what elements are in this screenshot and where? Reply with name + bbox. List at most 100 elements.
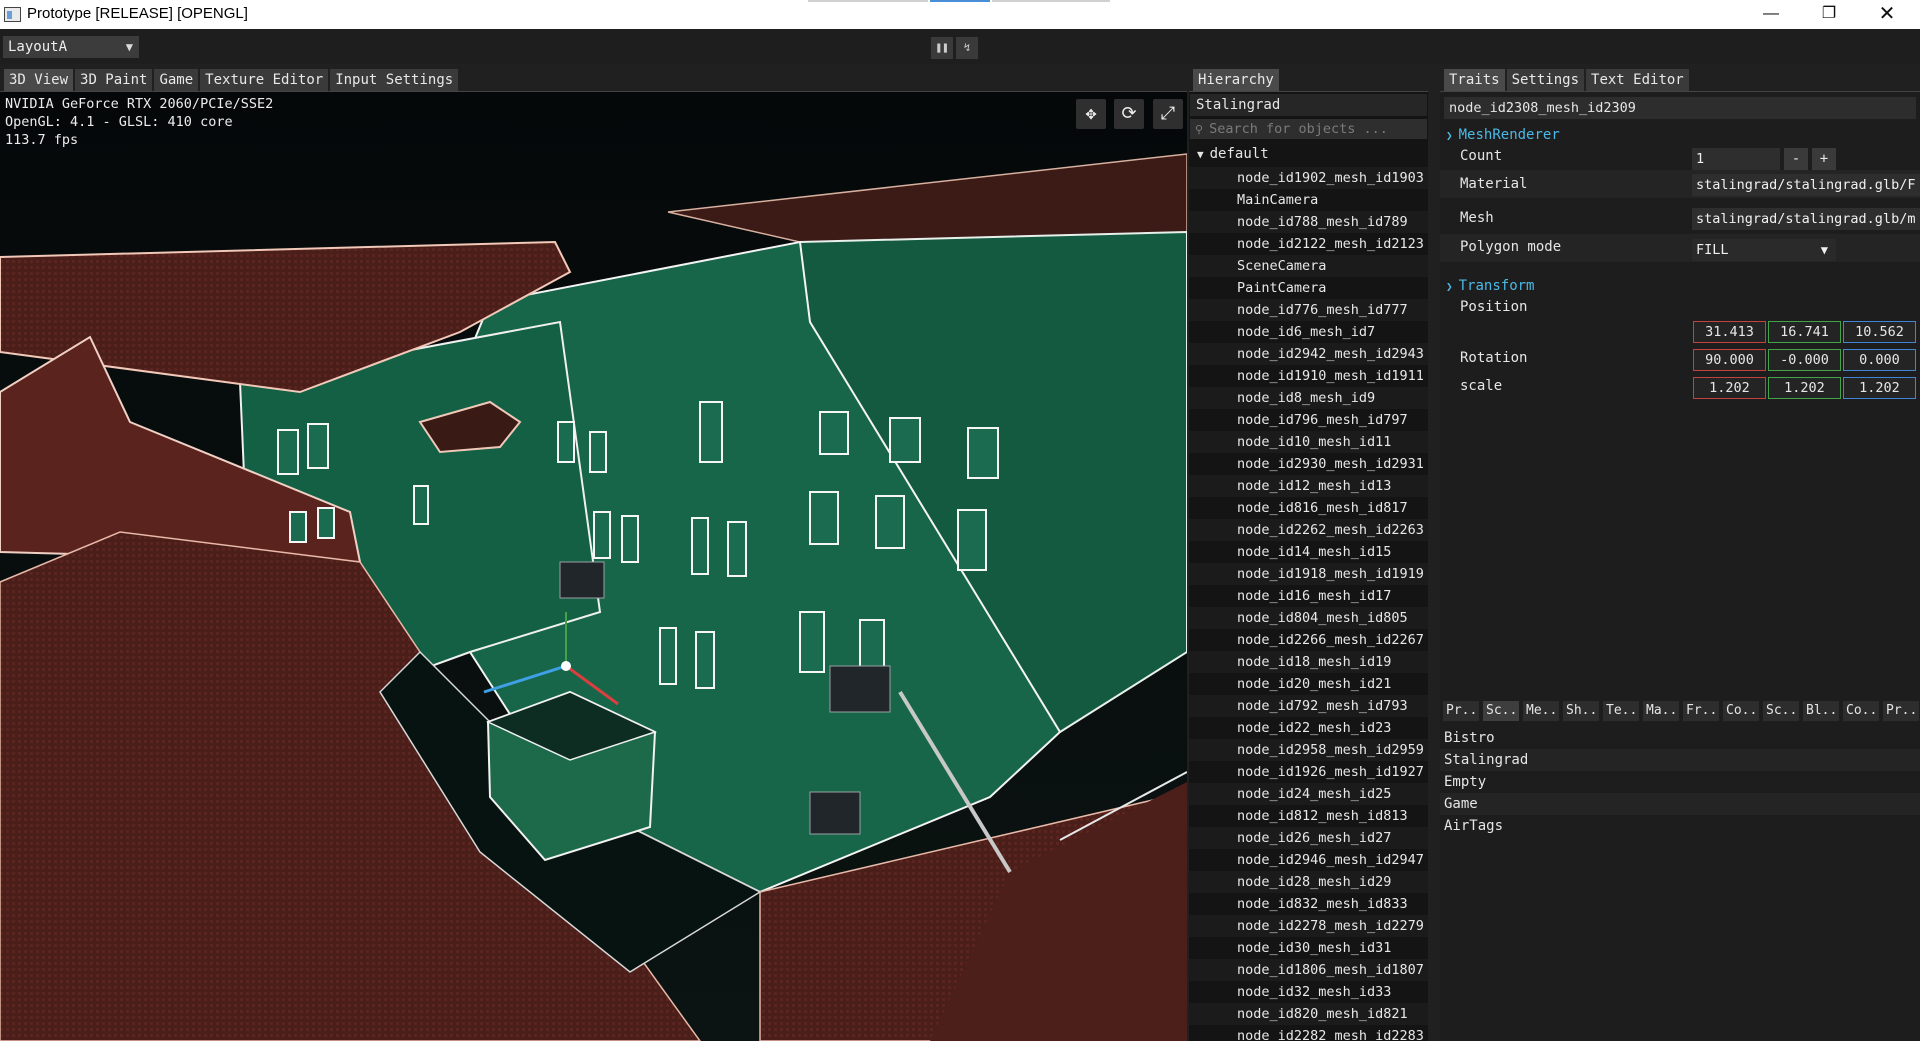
- scene-tab[interactable]: Sh...: [1563, 701, 1599, 721]
- count-increment-button[interactable]: +: [1812, 148, 1836, 170]
- move-icon[interactable]: ✥: [1076, 99, 1106, 129]
- scene-list-item[interactable]: AirTags: [1440, 815, 1920, 837]
- hierarchy-item[interactable]: node_id776_mesh_id777: [1189, 299, 1428, 321]
- hierarchy-item[interactable]: node_id18_mesh_id19: [1189, 651, 1428, 673]
- hierarchy-item[interactable]: node_id8_mesh_id9: [1189, 387, 1428, 409]
- scene-list-item[interactable]: Bistro: [1440, 727, 1920, 749]
- count-decrement-button[interactable]: -: [1784, 148, 1808, 170]
- scale-x-field[interactable]: 1.202: [1693, 377, 1766, 399]
- hierarchy-group-default[interactable]: ▼ default: [1197, 146, 1269, 162]
- step-icon[interactable]: ↯: [956, 37, 978, 59]
- scene-tab[interactable]: Pr...: [1883, 701, 1919, 721]
- hierarchy-item[interactable]: node_id2266_mesh_id2267: [1189, 629, 1428, 651]
- scene-tab[interactable]: Me...: [1523, 701, 1559, 721]
- title-bar-drag-hint-2: [992, 0, 1110, 2]
- chevron-down-icon: ❯: [1446, 280, 1453, 293]
- count-input[interactable]: 1: [1692, 148, 1780, 170]
- hierarchy-item[interactable]: node_id32_mesh_id33: [1189, 981, 1428, 1003]
- hierarchy-item[interactable]: node_id2942_mesh_id2943: [1189, 343, 1428, 365]
- hierarchy-item[interactable]: node_id2122_mesh_id2123: [1189, 233, 1428, 255]
- hierarchy-item[interactable]: SceneCamera: [1189, 255, 1428, 277]
- scene-root-label[interactable]: Stalingrad: [1190, 94, 1427, 116]
- hierarchy-item[interactable]: node_id30_mesh_id31: [1189, 937, 1428, 959]
- scene-tab[interactable]: Ma...: [1643, 701, 1679, 721]
- transform-header[interactable]: ❯ Transform: [1446, 278, 1534, 294]
- scene-tab[interactable]: Sc...: [1763, 701, 1799, 721]
- hierarchy-item[interactable]: node_id1806_mesh_id1807: [1189, 959, 1428, 981]
- hierarchy-item[interactable]: node_id792_mesh_id793: [1189, 695, 1428, 717]
- hierarchy-item[interactable]: node_id2930_mesh_id2931: [1189, 453, 1428, 475]
- hierarchy-item[interactable]: node_id28_mesh_id29: [1189, 871, 1428, 893]
- hierarchy-item[interactable]: node_id12_mesh_id13: [1189, 475, 1428, 497]
- hierarchy-item[interactable]: node_id1926_mesh_id1927: [1189, 761, 1428, 783]
- tab-hierarchy[interactable]: Hierarchy: [1193, 69, 1279, 91]
- hierarchy-item[interactable]: node_id2262_mesh_id2263: [1189, 519, 1428, 541]
- rotation-z-field[interactable]: 0.000: [1843, 349, 1916, 371]
- hierarchy-item[interactable]: node_id816_mesh_id817: [1189, 497, 1428, 519]
- restore-icon[interactable]: ❐: [1800, 0, 1858, 29]
- tab-text-editor[interactable]: Text Editor: [1586, 69, 1689, 91]
- hierarchy-item[interactable]: node_id812_mesh_id813: [1189, 805, 1428, 827]
- mesh-renderer-header[interactable]: ❯ MeshRenderer: [1446, 127, 1560, 143]
- pause-icon[interactable]: ❚❚: [931, 37, 953, 59]
- hierarchy-item[interactable]: node_id1902_mesh_id1903: [1189, 167, 1428, 189]
- node-name-field[interactable]: node_id2308_mesh_id2309: [1444, 97, 1916, 119]
- hierarchy-item[interactable]: node_id2958_mesh_id2959: [1189, 739, 1428, 761]
- tab-game[interactable]: Game: [154, 69, 199, 91]
- hierarchy-item[interactable]: node_id20_mesh_id21: [1189, 673, 1428, 695]
- scale-y-field[interactable]: 1.202: [1768, 377, 1841, 399]
- hierarchy-item[interactable]: node_id804_mesh_id805: [1189, 607, 1428, 629]
- rotation-y-field[interactable]: -0.000: [1768, 349, 1841, 371]
- rotate-icon[interactable]: ⟳: [1114, 99, 1144, 129]
- close-icon[interactable]: ✕: [1858, 0, 1916, 29]
- hierarchy-item[interactable]: node_id832_mesh_id833: [1189, 893, 1428, 915]
- tab-3d-paint[interactable]: 3D Paint: [75, 69, 153, 91]
- rotation-x-field[interactable]: 90.000: [1693, 349, 1766, 371]
- 3d-viewport[interactable]: NVIDIA GeForce RTX 2060/PCIe/SSE2 OpenGL…: [0, 92, 1187, 1041]
- scene-tab[interactable]: Bl...: [1803, 701, 1839, 721]
- hierarchy-item[interactable]: node_id6_mesh_id7: [1189, 321, 1428, 343]
- group-label: default: [1209, 146, 1269, 162]
- scene-tab[interactable]: Fr...: [1683, 701, 1719, 721]
- scene-tab[interactable]: Co...: [1843, 701, 1879, 721]
- scene-list-item[interactable]: Empty: [1440, 771, 1920, 793]
- position-y-field[interactable]: 16.741: [1768, 321, 1841, 343]
- scene-tab[interactable]: Te...: [1603, 701, 1639, 721]
- tab-settings[interactable]: Settings: [1506, 69, 1585, 91]
- scene-tab[interactable]: Sc...: [1483, 701, 1519, 721]
- hierarchy-item[interactable]: node_id2946_mesh_id2947: [1189, 849, 1428, 871]
- position-x-field[interactable]: 31.413: [1693, 321, 1766, 343]
- hierarchy-item[interactable]: node_id2278_mesh_id2279: [1189, 915, 1428, 937]
- scale-z-field[interactable]: 1.202: [1843, 377, 1916, 399]
- tab-input-settings[interactable]: Input Settings: [330, 69, 459, 91]
- position-z-field[interactable]: 10.562: [1843, 321, 1916, 343]
- hierarchy-item[interactable]: node_id16_mesh_id17: [1189, 585, 1428, 607]
- layout-select[interactable]: LayoutA ▼: [3, 36, 139, 58]
- tab-texture-editor[interactable]: Texture Editor: [200, 69, 329, 91]
- tab-traits[interactable]: Traits: [1444, 69, 1505, 91]
- scene-list-item[interactable]: Game: [1440, 793, 1920, 815]
- scene-tab[interactable]: Pr...: [1443, 701, 1479, 721]
- hierarchy-item[interactable]: MainCamera: [1189, 189, 1428, 211]
- scene-list-item[interactable]: Stalingrad: [1440, 749, 1920, 771]
- hierarchy-item[interactable]: node_id796_mesh_id797: [1189, 409, 1428, 431]
- polygon-mode-select[interactable]: FILL ▼: [1692, 239, 1836, 261]
- hierarchy-item[interactable]: node_id788_mesh_id789: [1189, 211, 1428, 233]
- hierarchy-item[interactable]: node_id10_mesh_id11: [1189, 431, 1428, 453]
- hierarchy-item[interactable]: node_id26_mesh_id27: [1189, 827, 1428, 849]
- hierarchy-item[interactable]: node_id24_mesh_id25: [1189, 783, 1428, 805]
- scene-tab[interactable]: Co...: [1723, 701, 1759, 721]
- hierarchy-item[interactable]: node_id1918_mesh_id1919: [1189, 563, 1428, 585]
- hierarchy-item[interactable]: node_id14_mesh_id15: [1189, 541, 1428, 563]
- tab-3d-view[interactable]: 3D View: [4, 69, 74, 91]
- hierarchy-item[interactable]: node_id2282_mesh_id2283: [1189, 1025, 1428, 1041]
- minimize-icon[interactable]: —: [1742, 0, 1800, 29]
- material-field[interactable]: stalingrad/stalingrad.glb/F: [1692, 174, 1920, 196]
- hierarchy-item[interactable]: PaintCamera: [1189, 277, 1428, 299]
- hierarchy-item[interactable]: node_id820_mesh_id821: [1189, 1003, 1428, 1025]
- search-input[interactable]: ⚲ Search for objects ...: [1190, 119, 1427, 139]
- hierarchy-item[interactable]: node_id1910_mesh_id1911: [1189, 365, 1428, 387]
- scale-icon[interactable]: ⤢: [1153, 99, 1183, 129]
- hierarchy-item[interactable]: node_id22_mesh_id23: [1189, 717, 1428, 739]
- mesh-field[interactable]: stalingrad/stalingrad.glb/m: [1692, 208, 1920, 230]
